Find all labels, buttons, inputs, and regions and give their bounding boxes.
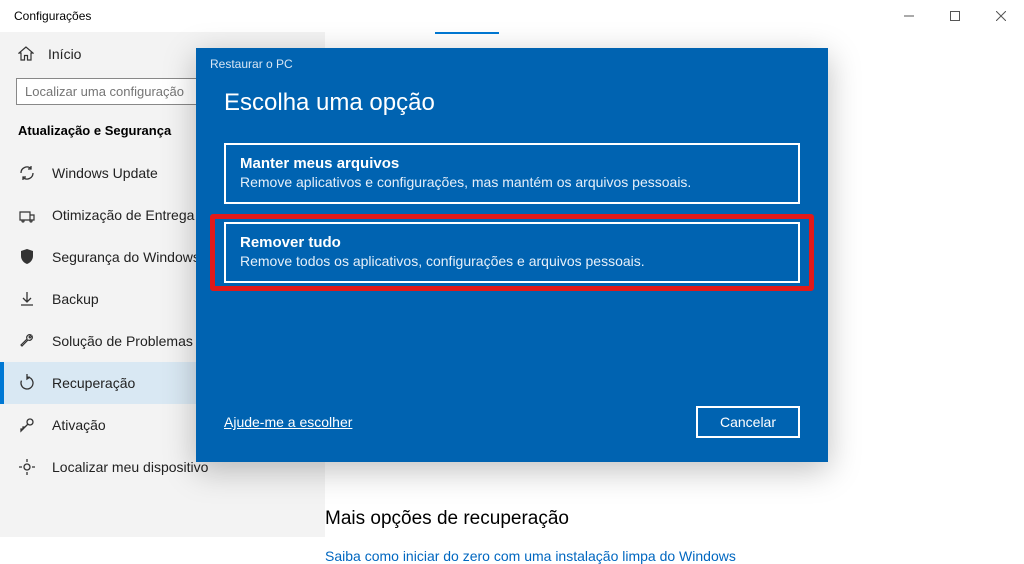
location-icon xyxy=(18,458,36,476)
sidebar-item-label: Otimização de Entrega xyxy=(52,207,194,223)
minimize-button[interactable] xyxy=(886,0,932,32)
remove-everything-option[interactable]: Remover tudo Remove todos os aplicativos… xyxy=(224,222,800,283)
delivery-icon xyxy=(18,206,36,224)
sidebar-item-label: Ativação xyxy=(52,417,106,433)
shield-icon xyxy=(18,248,36,266)
cancel-button[interactable]: Cancelar xyxy=(696,406,800,438)
tab-indicator xyxy=(435,32,499,34)
window-title: Configurações xyxy=(14,9,91,23)
option-description: Remove aplicativos e configurações, mas … xyxy=(240,174,784,190)
sync-icon xyxy=(18,164,36,182)
more-options-section: Mais opções de recuperação Saiba como in… xyxy=(325,508,736,564)
window-controls xyxy=(886,0,1024,32)
key-icon xyxy=(18,416,36,434)
dialog-header: Restaurar o PC xyxy=(196,48,828,89)
sidebar-item-label: Recuperação xyxy=(52,375,135,391)
wrench-icon xyxy=(18,332,36,350)
option-title: Manter meus arquivos xyxy=(240,155,784,172)
option-title: Remover tudo xyxy=(240,234,784,251)
dialog-body: Escolha uma opção Manter meus arquivos R… xyxy=(196,89,828,406)
more-options-title: Mais opções de recuperação xyxy=(325,508,736,530)
recovery-icon xyxy=(18,374,36,392)
option-description: Remove todos os aplicativos, configuraçõ… xyxy=(240,253,784,269)
sidebar-item-label: Windows Update xyxy=(52,165,158,181)
dialog-footer: Ajude-me a escolher Cancelar xyxy=(196,406,828,462)
keep-files-option[interactable]: Manter meus arquivos Remove aplicativos … xyxy=(224,143,800,204)
reset-pc-dialog: Restaurar o PC Escolha uma opção Manter … xyxy=(196,48,828,462)
backup-icon xyxy=(18,290,36,308)
home-icon xyxy=(18,46,34,62)
remove-everything-wrapper: Remover tudo Remove todos os aplicativos… xyxy=(224,222,800,283)
sidebar-item-label: Backup xyxy=(52,291,99,307)
sidebar-item-label: Localizar meu dispositivo xyxy=(52,459,208,475)
home-label: Início xyxy=(48,46,81,62)
help-me-choose-link[interactable]: Ajude-me a escolher xyxy=(224,414,352,430)
maximize-button[interactable] xyxy=(932,0,978,32)
dialog-title: Escolha uma opção xyxy=(224,89,800,117)
close-button[interactable] xyxy=(978,0,1024,32)
sidebar-item-label: Solução de Problemas xyxy=(52,333,193,349)
clean-install-link[interactable]: Saiba como iniciar do zero com uma insta… xyxy=(325,548,736,564)
titlebar: Configurações xyxy=(0,0,1024,32)
sidebar-item-label: Segurança do Windows xyxy=(52,249,200,265)
